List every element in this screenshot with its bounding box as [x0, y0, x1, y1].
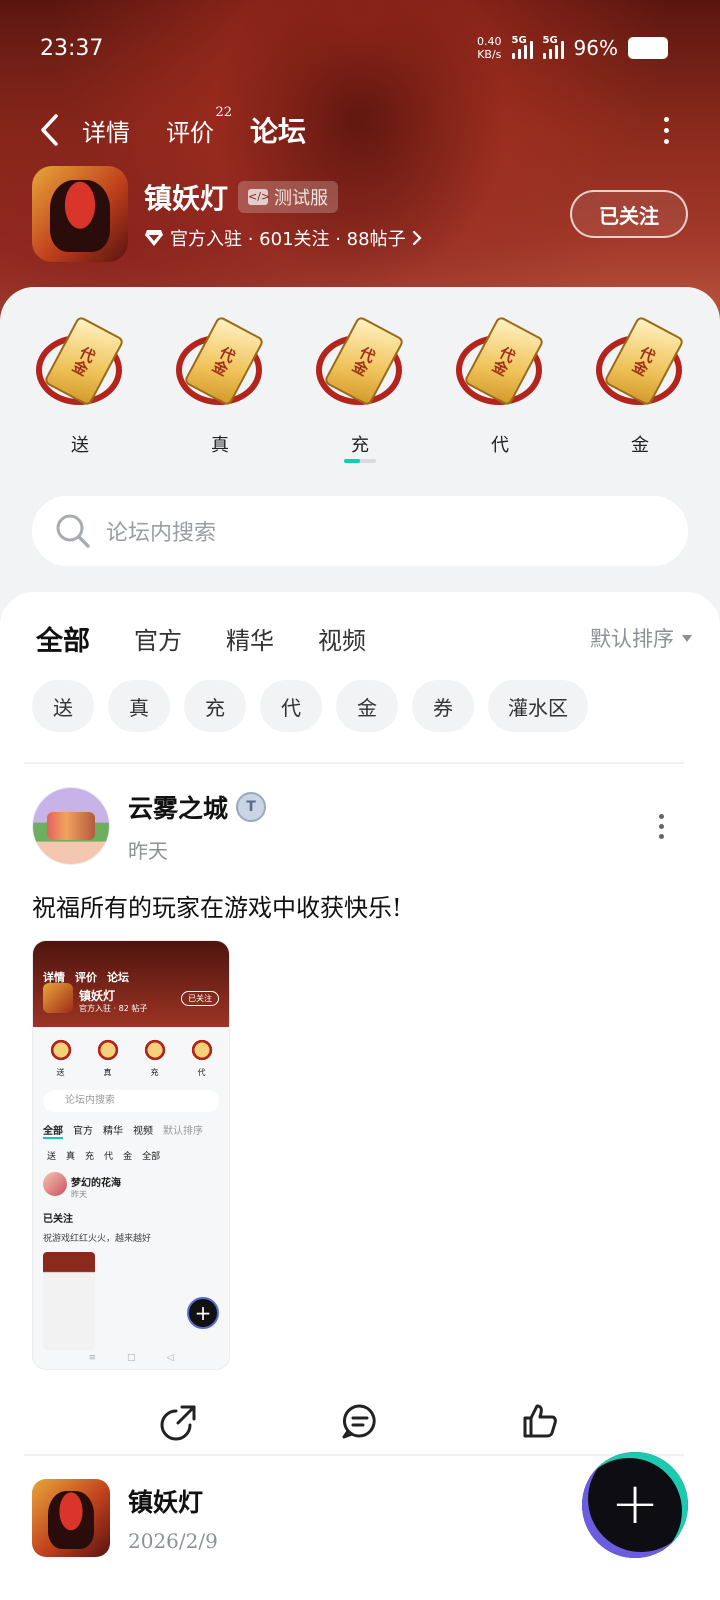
post-time: 2026/2/9 [128, 1529, 218, 1553]
followed-button[interactable]: 已关注 [570, 190, 688, 238]
game-meta[interactable]: 官方入驻 · 601关注 · 88帖子 [144, 225, 422, 251]
status-time: 23:37 [40, 35, 104, 61]
filter-chip[interactable]: 代 [260, 680, 322, 732]
post-author[interactable]: 镇妖灯 [128, 1483, 203, 1519]
search-placeholder: 论坛内搜索 [106, 521, 217, 546]
share-button[interactable] [157, 1398, 203, 1444]
quick-category-item[interactable]: 代金 真 [170, 315, 270, 457]
filter-chip[interactable]: 送 [32, 680, 94, 732]
quick-category-item[interactable]: 代金 送 [30, 315, 130, 457]
filter-chips: 送 真 充 代 金 券 灌水区 [32, 680, 588, 732]
post-actions [0, 1398, 720, 1448]
comment-button[interactable] [337, 1398, 383, 1444]
feed-tab-all[interactable]: 全部 [36, 619, 90, 662]
post-time: 昨天 [128, 838, 168, 863]
feed-tabs: 全部 官方 精华 视频 默认排序 [36, 616, 692, 662]
tab-reviews[interactable]: 评价 22 [166, 105, 232, 148]
filter-chip[interactable]: 灌水区 [488, 680, 588, 732]
signal-icon: 5G [542, 35, 564, 59]
voucher-scroll-icon: 代金 [32, 315, 128, 413]
divider [24, 1454, 684, 1456]
code-icon: </> [248, 189, 271, 205]
feed-tab-video[interactable]: 视频 [318, 621, 366, 656]
avatar[interactable] [32, 1479, 110, 1557]
page-indicator [344, 459, 376, 463]
voucher-scroll-icon: 代金 [452, 315, 548, 413]
game-info-row: 镇妖灯 </> 测试服 官方入驻 · 601关注 · 88帖子 已关注 [32, 166, 688, 262]
game-header-banner: 23:37 0.40 KB/s 5G 5G 96% 详情 评价 22 论坛 镇妖… [0, 0, 720, 320]
top-nav: 详情 评价 22 论坛 [34, 104, 676, 156]
quick-category-item[interactable]: 代金 代 [450, 315, 550, 457]
quick-category-list: 代金 送 代金 真 代金 充 代金 代 代金 金 [30, 315, 690, 457]
post-more-icon[interactable] [656, 813, 666, 839]
sort-dropdown[interactable]: 默认排序 [590, 623, 692, 653]
forum-feed: 全部 官方 精华 视频 默认排序 送 真 充 代 金 券 灌水区 云雾之城 T … [0, 592, 720, 1600]
network-speed: 0.40 KB/s [477, 35, 502, 61]
divider [24, 762, 684, 764]
battery-percent: 96% [573, 36, 618, 60]
voucher-scroll-icon: 代金 [592, 315, 688, 413]
review-count: 22 [215, 104, 232, 120]
feed-tab-official[interactable]: 官方 [134, 621, 182, 656]
search-icon [56, 514, 90, 548]
diamond-icon [145, 230, 163, 246]
post-card[interactable]: 镇妖灯 2026/2/9 [32, 1478, 666, 1558]
signal-icon: 5G [511, 35, 533, 59]
tab-details[interactable]: 详情 [82, 113, 130, 148]
quick-category-item[interactable]: 代金 充 [310, 315, 410, 457]
chevron-right-icon [412, 230, 422, 246]
voucher-scroll-icon: 代金 [172, 315, 268, 413]
avatar[interactable] [32, 787, 110, 865]
filter-chip[interactable]: 真 [108, 680, 170, 732]
game-icon[interactable] [32, 166, 128, 262]
post-image[interactable]: 详情 评价 论坛 镇妖灯 官方入驻 · 82 帖子 已关注 送 真 充 代 论坛… [32, 940, 230, 1370]
quick-category-item[interactable]: 代金 金 [590, 315, 690, 457]
level-badge-icon: T [236, 791, 267, 822]
filter-chip[interactable]: 充 [184, 680, 246, 732]
post-author[interactable]: 云雾之城 [128, 789, 228, 825]
filter-chip[interactable]: 券 [412, 680, 474, 732]
game-title: 镇妖灯 [144, 182, 229, 215]
filter-chip[interactable]: 金 [336, 680, 398, 732]
caret-down-icon [682, 634, 692, 642]
plus-icon: + [610, 1469, 660, 1537]
share-icon [160, 1405, 196, 1441]
create-post-button[interactable]: + [582, 1452, 688, 1558]
battery-icon [628, 37, 668, 59]
voucher-scroll-icon: 代金 [312, 315, 408, 413]
post-content[interactable]: 祝福所有的玩家在游戏中收获快乐! [32, 888, 402, 923]
test-server-badge: </> 测试服 [238, 181, 339, 213]
forum-search-input[interactable]: 论坛内搜索 [32, 496, 688, 566]
forum-quick-panel: 代金 送 代金 真 代金 充 代金 代 代金 金 论坛内搜索 [0, 287, 720, 617]
thumbs-up-icon [523, 1404, 557, 1438]
status-bar: 23:37 0.40 KB/s 5G 5G 96% [40, 30, 668, 66]
feed-tab-featured[interactable]: 精华 [226, 621, 274, 656]
like-button[interactable] [517, 1398, 563, 1444]
back-arrow-icon[interactable] [34, 110, 64, 150]
more-options-icon[interactable] [656, 116, 676, 144]
tab-forum[interactable]: 论坛 [247, 110, 309, 156]
comment-icon [342, 1404, 376, 1439]
